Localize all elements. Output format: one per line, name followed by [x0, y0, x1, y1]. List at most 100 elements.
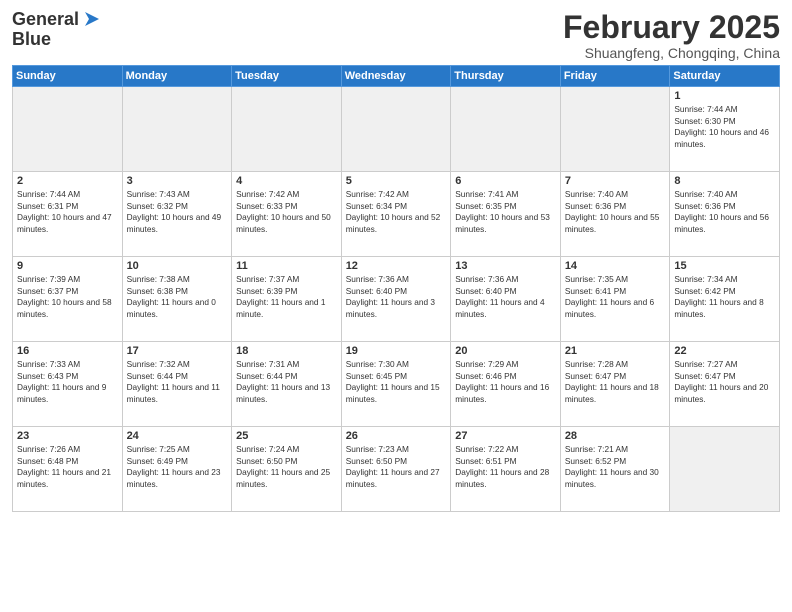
header-tuesday: Tuesday [232, 66, 342, 87]
table-row: 24 Sunrise: 7:25 AMSunset: 6:49 PMDayligh… [122, 427, 232, 512]
day-number: 22 [674, 345, 775, 357]
day-number: 8 [674, 175, 775, 187]
day-info: Sunrise: 7:27 AMSunset: 6:47 PMDaylight:… [674, 359, 775, 405]
table-row: 9Sunrise: 7:39 AMSunset: 6:37 PMDaylight… [13, 257, 123, 342]
calendar-week-row: 23 Sunrise: 7:26 AMSunset: 6:48 PMDayligh… [13, 427, 780, 512]
header: General Blue February 2025 Shuangfeng, C… [12, 10, 780, 61]
logo: General Blue [12, 10, 103, 50]
day-number: 7 [565, 175, 666, 187]
table-row: 3 Sunrise: 7:43 AMSunset: 6:32 PMDaylight… [122, 172, 232, 257]
day-number: 16 [17, 345, 118, 357]
day-info: Sunrise: 7:25 AMSunset: 6:49 PMDaylight:… [127, 444, 228, 490]
table-row: 27 Sunrise: 7:22 AMSunset: 6:51 PMDayligh… [451, 427, 561, 512]
calendar-week-row: 9Sunrise: 7:39 AMSunset: 6:37 PMDaylight… [13, 257, 780, 342]
day-number: 14 [565, 260, 666, 272]
header-friday: Friday [560, 66, 670, 87]
day-info: Sunrise: 7:31 AMSunset: 6:44 PMDaylight:… [236, 359, 337, 405]
logo-text-general: General [12, 10, 79, 30]
day-info: Sunrise: 7:26 AMSunset: 6:48 PMDaylight:… [17, 444, 118, 490]
table-row [232, 87, 342, 172]
weekday-header-row: Sunday Monday Tuesday Wednesday Thursday… [13, 66, 780, 87]
day-number: 11 [236, 260, 337, 272]
day-number: 4 [236, 175, 337, 187]
header-wednesday: Wednesday [341, 66, 451, 87]
table-row: 21Sunrise: 7:28 AMSunset: 6:47 PMDayligh… [560, 342, 670, 427]
table-row [670, 427, 780, 512]
day-number: 26 [346, 430, 447, 442]
table-row: 10 Sunrise: 7:38 AMSunset: 6:38 PMDayligh… [122, 257, 232, 342]
location-subtitle: Shuangfeng, Chongqing, China [563, 45, 780, 61]
day-number: 23 [17, 430, 118, 442]
day-info: Sunrise: 7:32 AMSunset: 6:44 PMDaylight:… [127, 359, 228, 405]
day-number: 1 [674, 90, 775, 102]
day-info: Sunrise: 7:40 AMSunset: 6:36 PMDaylight:… [674, 189, 775, 235]
day-number: 21 [565, 345, 666, 357]
day-info: Sunrise: 7:39 AMSunset: 6:37 PMDaylight:… [17, 274, 118, 320]
day-number: 28 [565, 430, 666, 442]
day-info: Sunrise: 7:34 AMSunset: 6:42 PMDaylight:… [674, 274, 775, 320]
table-row: 14Sunrise: 7:35 AMSunset: 6:41 PMDayligh… [560, 257, 670, 342]
day-info: Sunrise: 7:41 AMSunset: 6:35 PMDaylight:… [455, 189, 556, 235]
table-row: 6 Sunrise: 7:41 AMSunset: 6:35 PMDaylight… [451, 172, 561, 257]
day-number: 25 [236, 430, 337, 442]
logo-arrow-icon [81, 8, 103, 30]
day-info: Sunrise: 7:36 AMSunset: 6:40 PMDaylight:… [455, 274, 556, 320]
table-row [13, 87, 123, 172]
day-info: Sunrise: 7:42 AMSunset: 6:34 PMDaylight:… [346, 189, 447, 235]
day-number: 24 [127, 430, 228, 442]
table-row: 23 Sunrise: 7:26 AMSunset: 6:48 PMDayligh… [13, 427, 123, 512]
day-number: 12 [346, 260, 447, 272]
calendar-week-row: 1 Sunrise: 7:44 AMSunset: 6:30 PMDaylight… [13, 87, 780, 172]
day-info: Sunrise: 7:44 AMSunset: 6:30 PMDaylight:… [674, 104, 775, 150]
header-thursday: Thursday [451, 66, 561, 87]
day-number: 17 [127, 345, 228, 357]
day-info: Sunrise: 7:42 AMSunset: 6:33 PMDaylight:… [236, 189, 337, 235]
day-info: Sunrise: 7:24 AMSunset: 6:50 PMDaylight:… [236, 444, 337, 490]
table-row: 28 Sunrise: 7:21 AMSunset: 6:52 PMDayligh… [560, 427, 670, 512]
page-container: General Blue February 2025 Shuangfeng, C… [0, 0, 792, 520]
day-number: 19 [346, 345, 447, 357]
table-row: 5 Sunrise: 7:42 AMSunset: 6:34 PMDaylight… [341, 172, 451, 257]
day-number: 18 [236, 345, 337, 357]
header-saturday: Saturday [670, 66, 780, 87]
logo-text-blue: Blue [12, 29, 51, 49]
table-row: 22 Sunrise: 7:27 AMSunset: 6:47 PMDayligh… [670, 342, 780, 427]
day-info: Sunrise: 7:30 AMSunset: 6:45 PMDaylight:… [346, 359, 447, 405]
table-row [122, 87, 232, 172]
day-info: Sunrise: 7:36 AMSunset: 6:40 PMDaylight:… [346, 274, 447, 320]
day-info: Sunrise: 7:21 AMSunset: 6:52 PMDaylight:… [565, 444, 666, 490]
day-info: Sunrise: 7:43 AMSunset: 6:32 PMDaylight:… [127, 189, 228, 235]
day-number: 5 [346, 175, 447, 187]
table-row: 15 Sunrise: 7:34 AMSunset: 6:42 PMDayligh… [670, 257, 780, 342]
table-row: 11 Sunrise: 7:37 AMSunset: 6:39 PMDayligh… [232, 257, 342, 342]
day-number: 2 [17, 175, 118, 187]
table-row [451, 87, 561, 172]
title-block: February 2025 Shuangfeng, Chongqing, Chi… [563, 10, 780, 61]
table-row: 17 Sunrise: 7:32 AMSunset: 6:44 PMDayligh… [122, 342, 232, 427]
table-row [341, 87, 451, 172]
day-number: 27 [455, 430, 556, 442]
day-number: 6 [455, 175, 556, 187]
calendar-week-row: 2Sunrise: 7:44 AMSunset: 6:31 PMDaylight… [13, 172, 780, 257]
calendar-body: 1 Sunrise: 7:44 AMSunset: 6:30 PMDaylight… [13, 87, 780, 512]
day-number: 15 [674, 260, 775, 272]
table-row: 12 Sunrise: 7:36 AMSunset: 6:40 PMDayligh… [341, 257, 451, 342]
table-row: 26 Sunrise: 7:23 AMSunset: 6:50 PMDayligh… [341, 427, 451, 512]
day-number: 20 [455, 345, 556, 357]
day-info: Sunrise: 7:38 AMSunset: 6:38 PMDaylight:… [127, 274, 228, 320]
day-info: Sunrise: 7:37 AMSunset: 6:39 PMDaylight:… [236, 274, 337, 320]
table-row: 8 Sunrise: 7:40 AMSunset: 6:36 PMDaylight… [670, 172, 780, 257]
table-row: 1 Sunrise: 7:44 AMSunset: 6:30 PMDaylight… [670, 87, 780, 172]
day-info: Sunrise: 7:29 AMSunset: 6:46 PMDaylight:… [455, 359, 556, 405]
day-number: 3 [127, 175, 228, 187]
day-info: Sunrise: 7:23 AMSunset: 6:50 PMDaylight:… [346, 444, 447, 490]
day-number: 13 [455, 260, 556, 272]
day-info: Sunrise: 7:22 AMSunset: 6:51 PMDaylight:… [455, 444, 556, 490]
table-row: 7Sunrise: 7:40 AMSunset: 6:36 PMDaylight… [560, 172, 670, 257]
calendar-week-row: 16 Sunrise: 7:33 AMSunset: 6:43 PMDayligh… [13, 342, 780, 427]
table-row: 25 Sunrise: 7:24 AMSunset: 6:50 PMDayligh… [232, 427, 342, 512]
calendar-table: Sunday Monday Tuesday Wednesday Thursday… [12, 65, 780, 512]
table-row [560, 87, 670, 172]
day-number: 10 [127, 260, 228, 272]
day-info: Sunrise: 7:33 AMSunset: 6:43 PMDaylight:… [17, 359, 118, 405]
